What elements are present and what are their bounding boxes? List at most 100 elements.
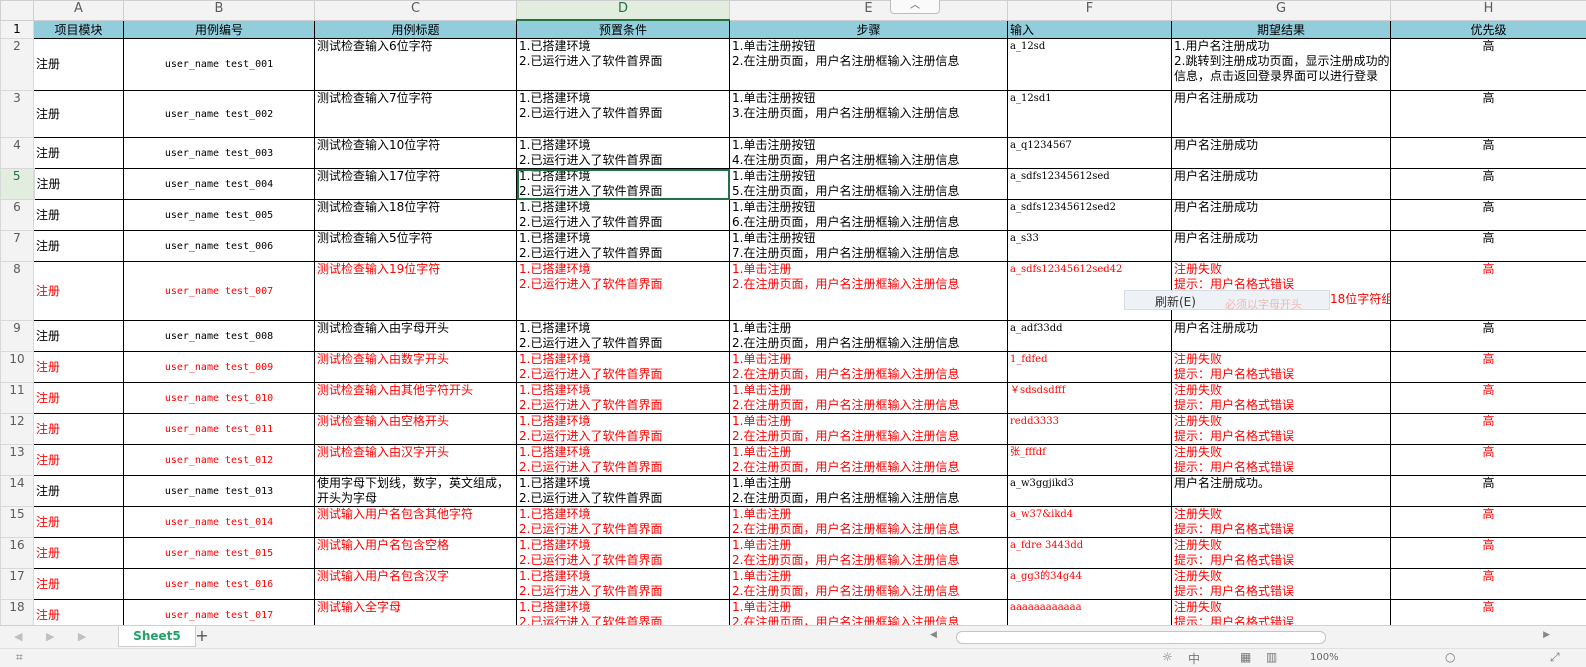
cell-module[interactable]: 注册	[34, 39, 124, 91]
row-header[interactable]: 14	[1, 476, 34, 507]
column-header-H[interactable]: H	[1391, 1, 1586, 21]
cell-priority[interactable]: 高	[1391, 91, 1586, 138]
cell-input[interactable]: a_12sd	[1008, 39, 1172, 91]
cell-steps[interactable]: 1.单击注册按钮7.在注册页面，用户名注册框输入注册信息	[730, 231, 1008, 262]
context-menu-item-refresh[interactable]: 刷新(E)	[1155, 293, 1196, 310]
scroll-right-icon[interactable]: ▶	[1543, 630, 1550, 640]
cell-precondition[interactable]: 1.已搭建环境2.已运行进入了软件首界面	[517, 91, 730, 138]
cell-priority[interactable]: 高	[1391, 39, 1586, 91]
cell-priority[interactable]: 高	[1391, 507, 1586, 538]
cell-case-id[interactable]: user_name test_007	[124, 262, 315, 321]
cell-case-id[interactable]: user_name test_016	[124, 569, 315, 600]
cell-expected[interactable]: 1.用户名注册成功2.跳转到注册成功页面，显示注册成功的信息，点击返回登录界面可…	[1172, 39, 1391, 91]
cell-input[interactable]: a_sdfs12345612sed	[1008, 169, 1172, 200]
cell-precondition[interactable]: 1.已搭建环境2.已运行进入了软件首界面	[517, 600, 730, 626]
cell-case-id[interactable]: user_name test_005	[124, 200, 315, 231]
cell-module[interactable]: 注册	[34, 262, 124, 321]
cell-expected[interactable]: 用户名注册成功	[1172, 169, 1391, 200]
row-header[interactable]: 8	[1, 262, 34, 321]
cell-title[interactable]: 测试检查输入17位字符	[315, 169, 517, 200]
header-cell-title[interactable]: 用例标题	[315, 20, 517, 39]
cell-title[interactable]: 测试检查输入7位字符	[315, 91, 517, 138]
cell-steps[interactable]: 1.单击注册2.在注册页面，用户名注册框输入注册信息	[730, 600, 1008, 626]
cell-case-id[interactable]: user_name test_015	[124, 538, 315, 569]
column-header-C[interactable]: C	[315, 1, 517, 21]
cell-expected[interactable]: 注册失败提示：用户名格式错误	[1172, 383, 1391, 414]
cell-case-id[interactable]: user_name test_011	[124, 414, 315, 445]
header-cell-steps[interactable]: 步骤	[730, 20, 1008, 39]
cell-case-id[interactable]: user_name test_004	[124, 169, 315, 200]
cell-expected[interactable]: 注册失败提示：用户名格式错误	[1172, 445, 1391, 476]
cell-module[interactable]: 注册	[34, 569, 124, 600]
cell-module[interactable]: 注册	[34, 507, 124, 538]
cell-input[interactable]: a_w37&ikd4	[1008, 507, 1172, 538]
row-header[interactable]: 5	[1, 169, 34, 200]
cell-module[interactable]: 注册	[34, 169, 124, 200]
cell-input[interactable]: a_w3ggjikd3	[1008, 476, 1172, 507]
cell-priority[interactable]: 高	[1391, 169, 1586, 200]
scroll-left-icon[interactable]: ◀	[930, 630, 937, 640]
cell-title[interactable]: 测试输入用户名包含其他字符	[315, 507, 517, 538]
cell-case-id[interactable]: user_name test_001	[124, 39, 315, 91]
cell-case-id[interactable]: user_name test_010	[124, 383, 315, 414]
header-cell-case-id[interactable]: 用例编号	[124, 20, 315, 39]
cell-expected[interactable]: 注册失败提示：用户名格式错误	[1172, 600, 1391, 626]
cell-steps[interactable]: 1.单击注册按钮2.在注册页面，用户名注册框输入注册信息	[730, 39, 1008, 91]
cell-precondition[interactable]: 1.已搭建环境2.已运行进入了软件首界面	[517, 569, 730, 600]
cell-priority[interactable]: 高	[1391, 262, 1586, 321]
cell-module[interactable]: 注册	[34, 138, 124, 169]
cell-expected[interactable]: 用户名注册成功	[1172, 200, 1391, 231]
row-header[interactable]: 16	[1, 538, 34, 569]
cell-steps[interactable]: 1.单击注册2.在注册页面，用户名注册框输入注册信息	[730, 538, 1008, 569]
row-header[interactable]: 12	[1, 414, 34, 445]
cell-priority[interactable]: 高	[1391, 352, 1586, 383]
cell-priority[interactable]: 高	[1391, 538, 1586, 569]
cell-steps[interactable]: 1.单击注册2.在注册页面，用户名注册框输入注册信息	[730, 321, 1008, 352]
cell-priority[interactable]: 高	[1391, 414, 1586, 445]
row-header[interactable]: 2	[1, 39, 34, 91]
cell-input[interactable]: a_q1234567	[1008, 138, 1172, 169]
input-method-icon[interactable]: 中	[1188, 650, 1200, 667]
column-header-D[interactable]: D	[517, 1, 730, 21]
cell-precondition[interactable]: 1.已搭建环境2.已运行进入了软件首界面	[517, 352, 730, 383]
ribbon-collapse-tab[interactable]: ︿	[890, 0, 940, 14]
cell-case-id[interactable]: user_name test_003	[124, 138, 315, 169]
column-header-G[interactable]: G	[1172, 1, 1391, 21]
normal-view-icon[interactable]: ▦	[1240, 650, 1251, 664]
cell-priority[interactable]: 高	[1391, 600, 1586, 626]
cell-precondition[interactable]: 1.已搭建环境2.已运行进入了软件首界面	[517, 262, 730, 321]
header-cell-expected[interactable]: 期望结果	[1172, 20, 1391, 39]
zoom-level[interactable]: 100%	[1310, 652, 1339, 663]
cell-case-id[interactable]: user_name test_006	[124, 231, 315, 262]
cell-steps[interactable]: 1.单击注册按钮6.在注册页面，用户名注册框输入注册信息	[730, 200, 1008, 231]
cell-title[interactable]: 测试检查输入18位字符	[315, 200, 517, 231]
fullscreen-icon[interactable]: ⤢	[1550, 650, 1560, 665]
cell-input[interactable]: a_12sd1	[1008, 91, 1172, 138]
cell-priority[interactable]: 高	[1391, 476, 1586, 507]
cell-expected[interactable]: 用户名注册成功	[1172, 321, 1391, 352]
cell-input[interactable]: a_s33	[1008, 231, 1172, 262]
cell-steps[interactable]: 1.单击注册按钮3.在注册页面，用户名注册框输入注册信息	[730, 91, 1008, 138]
row-header[interactable]: 18	[1, 600, 34, 626]
cell-title[interactable]: 测试检查输入19位字符	[315, 262, 517, 321]
cell-input[interactable]: redd3333	[1008, 414, 1172, 445]
cell-steps[interactable]: 1.单击注册2.在注册页面，用户名注册框输入注册信息	[730, 507, 1008, 538]
cell-input[interactable]: a_sdfs12345612sed2	[1008, 200, 1172, 231]
cell-module[interactable]: 注册	[34, 352, 124, 383]
row-header[interactable]: 7	[1, 231, 34, 262]
sheet-tab-sheet5[interactable]: Sheet5	[118, 626, 196, 647]
cell-expected[interactable]: 用户名注册成功	[1172, 231, 1391, 262]
cell-precondition[interactable]: 1.已搭建环境2.已运行进入了软件首界面	[517, 200, 730, 231]
cell-priority[interactable]: 高	[1391, 200, 1586, 231]
cell-steps[interactable]: 1.单击注册2.在注册页面，用户名注册框输入注册信息	[730, 445, 1008, 476]
cell-input[interactable]: 1_fdfed	[1008, 352, 1172, 383]
cell-title[interactable]: 测试输入用户名包含空格	[315, 538, 517, 569]
cell-precondition[interactable]: 1.已搭建环境2.已运行进入了软件首界面	[517, 138, 730, 169]
column-header-B[interactable]: B	[124, 1, 315, 21]
column-header-E[interactable]: E	[730, 1, 1008, 21]
cell-precondition[interactable]: 1.已搭建环境2.已运行进入了软件首界面	[517, 321, 730, 352]
header-cell-precondition[interactable]: 预置条件	[517, 20, 730, 39]
row-header[interactable]: 1	[1, 20, 34, 39]
cell-input[interactable]: a_gg3的34g44	[1008, 569, 1172, 600]
cell-priority[interactable]: 高	[1391, 231, 1586, 262]
